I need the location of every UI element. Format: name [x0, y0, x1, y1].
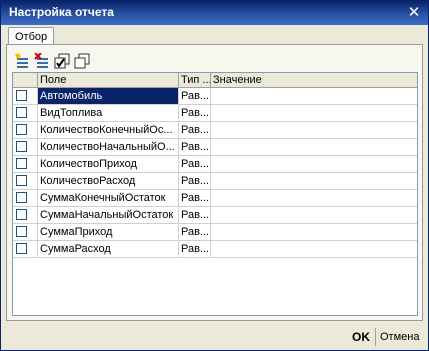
table-row[interactable]: СуммаРасход Рав... — [13, 241, 417, 258]
row-checkbox[interactable] — [16, 90, 27, 101]
table-row[interactable]: СуммаНачальныйОстаток Рав... — [13, 207, 417, 224]
table-row[interactable]: КоличествоПриход Рав... — [13, 156, 417, 173]
row-checkbox-cell — [13, 156, 38, 172]
column-header-value[interactable]: Значение — [211, 73, 417, 87]
row-checkbox[interactable] — [16, 209, 27, 220]
field-cell[interactable]: СуммаРасход — [38, 241, 179, 257]
value-cell[interactable] — [211, 207, 417, 223]
table-row[interactable]: ВидТоплива Рав... — [13, 105, 417, 122]
row-checkbox-cell — [13, 122, 38, 138]
row-checkbox-cell — [13, 173, 38, 189]
value-cell[interactable] — [211, 156, 417, 172]
value-cell[interactable] — [211, 173, 417, 189]
comparison-type-cell[interactable]: Рав... — [179, 207, 211, 223]
field-cell[interactable]: КоличествоКонечныйОс... — [38, 122, 179, 138]
row-checkbox[interactable] — [16, 107, 27, 118]
ok-button[interactable]: OK — [349, 328, 373, 346]
column-header-field[interactable]: Поле — [38, 73, 179, 87]
value-cell[interactable] — [211, 190, 417, 206]
field-cell[interactable]: Автомобиль — [38, 88, 179, 104]
comparison-type-cell[interactable]: Рав... — [179, 122, 211, 138]
field-cell[interactable]: СуммаКонечныйОстаток — [38, 190, 179, 206]
field-cell[interactable]: КоличествоНачальныйО... — [38, 139, 179, 155]
row-checkbox-cell — [13, 241, 38, 257]
table-row[interactable]: СуммаПриход Рав... — [13, 224, 417, 241]
delete-filter-button[interactable] — [32, 51, 52, 71]
value-cell[interactable] — [211, 224, 417, 240]
value-cell[interactable] — [211, 241, 417, 257]
row-checkbox-cell — [13, 105, 38, 121]
table-row[interactable]: Автомобиль Рав... — [13, 88, 417, 105]
row-checkbox[interactable] — [16, 243, 27, 254]
comparison-type-cell[interactable]: Рав... — [179, 241, 211, 257]
table-row[interactable]: СуммаКонечныйОстаток Рав... — [13, 190, 417, 207]
check-all-icon — [54, 53, 70, 69]
field-cell[interactable]: ВидТоплива — [38, 105, 179, 121]
row-checkbox-cell — [13, 190, 38, 206]
column-header-type[interactable]: Тип ... — [179, 73, 211, 87]
filter-table: Поле Тип ... Значение Автомобиль Рав... Ви… — [12, 72, 418, 316]
table-row[interactable]: КоличествоРасход Рав... — [13, 173, 417, 190]
column-header-checkbox[interactable] — [13, 73, 38, 87]
title-bar[interactable]: Настройка отчета ✕ — [1, 1, 428, 25]
comparison-type-cell[interactable]: Рав... — [179, 173, 211, 189]
row-checkbox-cell — [13, 207, 38, 223]
table-header: Поле Тип ... Значение — [13, 73, 417, 88]
field-cell[interactable]: КоличествоРасход — [38, 173, 179, 189]
comparison-type-cell[interactable]: Рав... — [179, 190, 211, 206]
row-checkbox[interactable] — [16, 124, 27, 135]
field-cell[interactable]: СуммаПриход — [38, 224, 179, 240]
dialog-footer: OK Отмена — [1, 325, 428, 350]
row-checkbox-cell — [13, 139, 38, 155]
row-checkbox[interactable] — [16, 226, 27, 237]
row-checkbox[interactable] — [16, 158, 27, 169]
report-settings-dialog: Настройка отчета ✕ Отбор Поле Тип ... Зн… — [0, 0, 429, 351]
field-cell[interactable]: СуммаНачальныйОстаток — [38, 207, 179, 223]
uncheck-all-button[interactable] — [72, 51, 92, 71]
tab-filter-label: Отбор — [15, 31, 48, 43]
cancel-button[interactable]: Отмена — [375, 328, 423, 346]
row-checkbox-cell — [13, 88, 38, 104]
row-checkbox[interactable] — [16, 141, 27, 152]
comparison-type-cell[interactable]: Рав... — [179, 105, 211, 121]
table-row[interactable]: КоличествоНачальныйО... Рав... — [13, 139, 417, 156]
comparison-type-cell[interactable]: Рав... — [179, 139, 211, 155]
row-checkbox[interactable] — [16, 175, 27, 186]
comparison-type-cell[interactable]: Рав... — [179, 88, 211, 104]
window-title: Настройка отчета — [9, 5, 114, 19]
value-cell[interactable] — [211, 105, 417, 121]
add-filter-icon — [15, 53, 28, 68]
row-checkbox[interactable] — [16, 192, 27, 203]
comparison-type-cell[interactable]: Рав... — [179, 156, 211, 172]
close-icon[interactable]: ✕ — [406, 5, 422, 21]
value-cell[interactable] — [211, 139, 417, 155]
row-checkbox-cell — [13, 224, 38, 240]
comparison-type-cell[interactable]: Рав... — [179, 224, 211, 240]
add-filter-button[interactable] — [12, 51, 32, 71]
table-row[interactable]: КоличествоКонечныйОс... Рав... — [13, 122, 417, 139]
filter-panel: Поле Тип ... Значение Автомобиль Рав... Ви… — [6, 44, 423, 321]
value-cell[interactable] — [211, 88, 417, 104]
value-cell[interactable] — [211, 122, 417, 138]
check-all-button[interactable] — [52, 51, 72, 71]
copy-icon — [74, 53, 90, 69]
field-cell[interactable]: КоличествоПриход — [38, 156, 179, 172]
delete-filter-icon — [34, 53, 48, 68]
